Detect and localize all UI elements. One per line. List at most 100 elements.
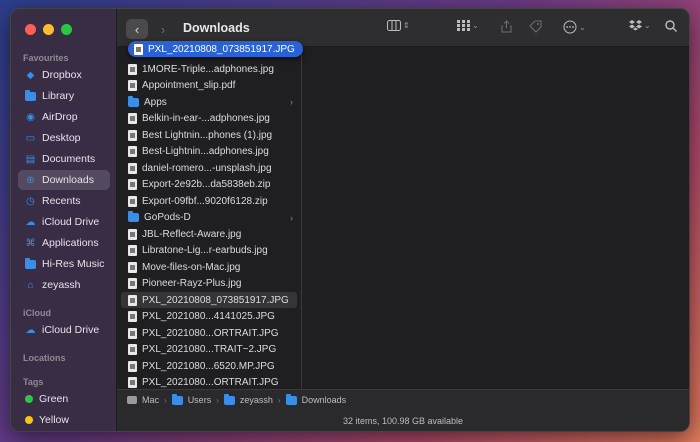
- tag-button[interactable]: [529, 20, 542, 33]
- file-icon: [128, 261, 137, 273]
- chevron-right-icon: ›: [216, 395, 219, 405]
- dragged-file[interactable]: PXL_20210808_073851917.JPG: [128, 41, 303, 57]
- sidebar-item-applications[interactable]: ⌘ Applications: [18, 233, 110, 253]
- sidebar-item-desktop[interactable]: ▭ Desktop: [18, 128, 110, 148]
- file-icon: [128, 228, 137, 240]
- home-icon: [223, 393, 235, 405]
- file-icon: [128, 245, 137, 256]
- file-name: 1MORE-Triple...adphones.jpg: [142, 63, 274, 75]
- desktop-icon: ▭: [25, 132, 36, 144]
- file-row[interactable]: PXL_2021080...ORTRAIT.JPG: [121, 325, 297, 341]
- zoom-button[interactable]: [61, 24, 72, 35]
- path-item-downloads[interactable]: Downloads: [302, 395, 347, 405]
- file-row[interactable]: Best Lightnin...phones (1).jpg: [121, 127, 297, 143]
- more-actions-button[interactable]: ⌄: [563, 20, 586, 34]
- document-icon: ▤: [25, 153, 36, 165]
- file-name: PXL_2021080...6520.MP.JPG: [142, 360, 275, 372]
- file-row[interactable]: JBL-Reflect-Aware.jpg: [121, 226, 297, 242]
- tag-green[interactable]: Green: [18, 389, 110, 409]
- sidebar-item-icloud-drive[interactable]: ☁ iCloud Drive: [18, 212, 110, 232]
- path-item-mac[interactable]: Mac: [142, 395, 159, 405]
- sidebar: Favourites ◆ Dropbox Library ◉ AirDrop ▭ Deskt…: [11, 9, 117, 431]
- folder-row[interactable]: Apps ›: [121, 94, 297, 110]
- tags-heading[interactable]: Tags: [23, 377, 43, 387]
- share-button[interactable]: [501, 20, 512, 33]
- favourites-heading: Favourites: [23, 53, 69, 63]
- folder-row[interactable]: GoPods-D ›: [121, 210, 297, 226]
- file-icon: [128, 377, 137, 388]
- file-row[interactable]: Best-Lightnin...adphones.jpg: [121, 144, 297, 160]
- file-row[interactable]: PXL_2021080...ORTRAIT.JPG: [121, 375, 297, 390]
- file-name: JBL-Reflect-Aware.jpg: [142, 228, 242, 240]
- airdrop-icon: ◉: [26, 111, 35, 123]
- file-name: Appointment_slip.pdf: [142, 80, 236, 91]
- file-row[interactable]: Libratone-Lig...r-earbuds.jpg: [121, 243, 297, 259]
- forward-button[interactable]: ›: [152, 19, 174, 39]
- chevron-right-icon: ›: [277, 395, 281, 405]
- sidebar-item-label: iCloud Drive: [42, 216, 100, 228]
- file-icon: [128, 63, 137, 75]
- file-icon: [134, 43, 143, 55]
- file-row[interactable]: PXL_2021080...TRAIT~2.JPG: [121, 342, 297, 358]
- file-row[interactable]: Pioneer-Rayz-Plus.jpg: [121, 276, 297, 292]
- back-button[interactable]: ‹: [126, 19, 148, 39]
- file-row[interactable]: Move-files-on-Mac.jpg: [121, 259, 297, 275]
- file-row[interactable]: PXL_20210808_073851917.JPG: [121, 292, 297, 308]
- dropbox-button[interactable]: ⌄: [629, 20, 651, 31]
- sidebar-item-icloud-drive[interactable]: ☁ iCloud Drive: [18, 320, 110, 340]
- sidebar-item-hi-res-music[interactable]: Hi-Res Music: [18, 254, 110, 274]
- locations-heading[interactable]: Locations: [23, 353, 66, 363]
- folder-icon: [128, 95, 139, 107]
- sidebar-item-library[interactable]: Library: [18, 86, 110, 106]
- file-name: PXL_20210808_073851917.JPG: [142, 294, 289, 306]
- file-icon: [128, 327, 137, 339]
- file-row[interactable]: PXL_2021080...4141025.JPG: [121, 309, 297, 325]
- close-button[interactable]: [25, 24, 36, 35]
- search-button[interactable]: [665, 20, 677, 32]
- sidebar-item-label: iCloud Drive: [42, 324, 100, 336]
- chevron-down-icon: ⌄: [579, 22, 586, 32]
- icloud-heading: iCloud: [23, 308, 51, 318]
- chevron-left-icon: ‹: [134, 21, 140, 37]
- minimize-button[interactable]: [43, 24, 54, 35]
- tag-label: Yellow: [39, 414, 69, 426]
- sidebar-item-downloads[interactable]: ⊕ Downloads: [18, 170, 110, 190]
- tag-yellow[interactable]: Yellow: [18, 410, 110, 430]
- ellipsis-circle-icon: [563, 20, 577, 34]
- chevron-right-icon: ›: [160, 21, 166, 37]
- file-row[interactable]: Export-2e92b...da5838eb.zip: [121, 177, 297, 193]
- status-text: 32 items, 100.98 GB available: [342, 415, 464, 426]
- file-name: Apps: [144, 96, 167, 108]
- download-icon: ⊕: [26, 174, 35, 186]
- sidebar-item-dropbox[interactable]: ◆ Dropbox: [18, 65, 110, 85]
- file-row[interactable]: Export-09fbf...9020f6128.zip: [121, 193, 297, 209]
- sidebar-item-recents[interactable]: ◷ Recents: [18, 191, 110, 211]
- share-icon: [501, 20, 512, 33]
- sidebar-item-label: zeyassh: [42, 279, 81, 291]
- file-row[interactable]: PXL_2021080...6520.MP.JPG: [121, 358, 297, 374]
- hard-drive-icon: [127, 396, 137, 404]
- file-icon: [128, 80, 137, 91]
- file-name: PXL_2021080...ORTRAIT.JPG: [142, 327, 279, 339]
- file-row[interactable]: Belkin-in-ear-...adphones.jpg: [121, 111, 297, 127]
- file-name: PXL_2021080...ORTRAIT.JPG: [142, 377, 279, 388]
- sidebar-item-zeyassh[interactable]: ⌂ zeyassh: [18, 275, 110, 295]
- file-row[interactable]: daniel-romero...-unsplash.jpg: [121, 160, 297, 176]
- sidebar-item-documents[interactable]: ▤ Documents: [18, 149, 110, 169]
- file-icon: [128, 278, 137, 289]
- file-name: Best Lightnin...phones (1).jpg: [142, 129, 273, 141]
- file-row[interactable]: 1MORE-Triple...adphones.jpg: [121, 61, 297, 77]
- path-item-user[interactable]: zeyassh: [240, 395, 273, 405]
- file-icon: [128, 360, 137, 372]
- tag-color-dot: [25, 395, 33, 403]
- dropbox-icon: [629, 20, 642, 31]
- chevron-right-icon: ›: [290, 97, 293, 107]
- file-row[interactable]: Appointment_slip.pdf: [121, 78, 297, 94]
- path-item-users[interactable]: Users: [188, 395, 212, 405]
- view-columns-button[interactable]: ⇕: [387, 20, 410, 31]
- group-button[interactable]: ⌄: [457, 20, 479, 31]
- sidebar-item-label: AirDrop: [42, 111, 78, 123]
- downloads-column[interactable]: 1MORE-Triple...adphones.jpg Appointment_s…: [117, 47, 302, 389]
- sidebar-item-airdrop[interactable]: ◉ AirDrop: [18, 107, 110, 127]
- grid-icon: [457, 20, 470, 31]
